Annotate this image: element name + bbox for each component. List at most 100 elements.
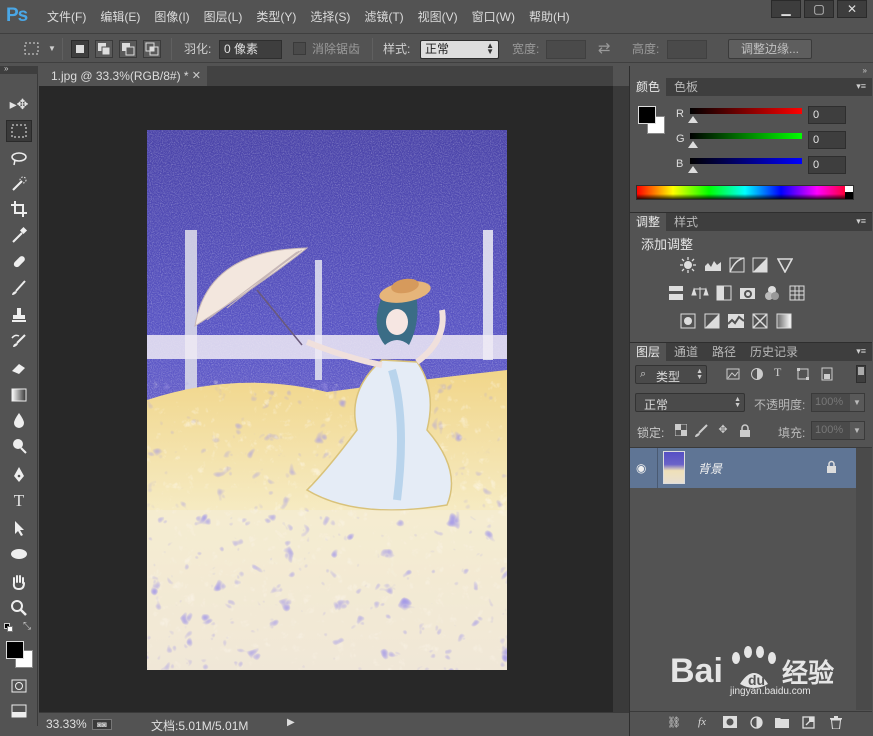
menu-select[interactable]: 选择(S) — [303, 8, 357, 26]
fill-input[interactable]: 100% ▼ — [811, 421, 865, 440]
eye-icon[interactable]: ◉ — [636, 461, 646, 475]
opacity-input[interactable]: 100% ▼ — [811, 393, 865, 412]
menu-view[interactable]: 视图(V) — [411, 8, 465, 26]
refine-edge-button[interactable]: 调整边缘... — [728, 39, 812, 59]
feather-input[interactable]: 0 像素 — [219, 40, 282, 59]
status-info-icon[interactable]: ◙◙ — [92, 719, 112, 730]
menu-file[interactable]: 文件(F) — [40, 8, 93, 26]
new-group-icon[interactable] — [774, 716, 790, 730]
add-to-selection-button[interactable] — [95, 40, 113, 58]
crop-tool[interactable] — [6, 198, 32, 220]
blend-mode-dropdown[interactable]: 正常 ▲ ▼ — [635, 393, 745, 412]
layer-row-background[interactable]: ◉ 背景 — [630, 448, 856, 488]
vibrance-icon[interactable] — [775, 257, 794, 273]
menu-window[interactable]: 窗口(W) — [465, 8, 522, 26]
document-tab[interactable]: 1.jpg @ 33.3%(RGB/8#) * ✕ — [39, 66, 207, 86]
preset-dropdown-arrow-icon[interactable]: ▼ — [48, 39, 56, 59]
tab-channels[interactable]: 通道 — [668, 343, 704, 361]
minimize-button[interactable]: ▁ — [771, 0, 801, 18]
restore-button[interactable]: ▢ — [804, 0, 834, 18]
tab-paths[interactable]: 路径 — [706, 343, 742, 361]
add-mask-icon[interactable] — [722, 716, 738, 730]
clone-stamp-tool[interactable] — [6, 304, 32, 326]
width-input[interactable] — [546, 40, 586, 59]
panel-menu-icon[interactable]: ▾≡ — [856, 345, 866, 357]
status-menu-arrow-icon[interactable]: ▶ — [287, 717, 295, 728]
posterize-icon[interactable] — [702, 313, 721, 329]
channel-mixer-icon[interactable] — [762, 285, 781, 301]
lock-transparent-icon[interactable] — [674, 423, 688, 438]
filter-pixel-icon[interactable] — [726, 367, 740, 387]
color-fg-swatch[interactable] — [638, 106, 656, 124]
marquee-preset-icon[interactable] — [22, 39, 42, 59]
healing-brush-tool[interactable] — [6, 251, 32, 273]
green-slider-thumb[interactable] — [688, 141, 698, 148]
new-selection-button[interactable] — [71, 40, 89, 58]
threshold-icon[interactable] — [726, 313, 745, 329]
layer-filter-dropdown[interactable]: ⌕ 类型 ▲ ▼ — [635, 365, 707, 384]
style-dropdown[interactable]: 正常 ▲ ▼ — [420, 40, 499, 59]
zoom-level[interactable]: 33.33% — [46, 717, 87, 731]
selective-color-icon[interactable] — [750, 313, 769, 329]
ellipse-tool[interactable] — [6, 543, 32, 565]
black-white-icon[interactable] — [714, 285, 733, 301]
filter-smart-object-icon[interactable] — [820, 367, 834, 387]
color-spectrum-ramp[interactable] — [636, 185, 854, 200]
tab-swatches[interactable]: 色板 — [668, 78, 704, 96]
collapse-panels-icon[interactable]: » — [863, 66, 867, 75]
move-tool[interactable]: ▸✥ — [6, 93, 32, 115]
filter-type-icon[interactable]: T — [774, 365, 781, 385]
menu-type[interactable]: 类型(Y) — [249, 8, 303, 26]
exposure-icon[interactable] — [750, 257, 769, 273]
layer-name[interactable]: 背景 — [698, 460, 722, 477]
document-canvas[interactable] — [147, 130, 507, 670]
screen-mode-button[interactable] — [6, 700, 32, 722]
menu-image[interactable]: 图像(I) — [147, 8, 196, 26]
new-adjustment-layer-icon[interactable] — [748, 716, 764, 730]
lock-position-icon[interactable]: ✥ — [716, 423, 730, 437]
tab-history[interactable]: 历史记录 — [744, 343, 804, 361]
pen-tool[interactable] — [6, 464, 32, 486]
tab-color[interactable]: 颜色 — [630, 78, 667, 96]
levels-icon[interactable] — [703, 257, 722, 273]
eyedropper-tool[interactable] — [6, 224, 32, 246]
color-lookup-icon[interactable] — [787, 285, 806, 301]
filter-toggle[interactable] — [856, 365, 866, 383]
lasso-tool[interactable] — [6, 147, 32, 169]
hue-saturation-icon[interactable] — [666, 285, 685, 301]
intersect-selection-button[interactable] — [143, 40, 161, 58]
brightness-icon[interactable] — [678, 257, 697, 273]
foreground-color-swatch[interactable] — [6, 641, 24, 659]
red-slider-thumb[interactable] — [688, 116, 698, 123]
panel-menu-icon[interactable]: ▾≡ — [856, 215, 866, 227]
curves-icon[interactable] — [727, 257, 746, 273]
antialias-checkbox[interactable] — [293, 42, 306, 55]
red-value-input[interactable]: 0 — [808, 106, 846, 124]
vertical-scrollbar[interactable] — [613, 86, 629, 712]
lock-all-icon[interactable] — [738, 424, 752, 438]
photo-filter-icon[interactable] — [738, 285, 757, 301]
rectangular-marquee-tool[interactable] — [6, 120, 32, 142]
tab-adjustments[interactable]: 调整 — [630, 213, 667, 231]
subtract-from-selection-button[interactable] — [119, 40, 137, 58]
color-balance-icon[interactable] — [690, 285, 709, 301]
height-input[interactable] — [667, 40, 707, 59]
panel-menu-icon[interactable]: ▾≡ — [856, 80, 866, 92]
quick-selection-tool[interactable] — [6, 173, 32, 195]
zoom-tool[interactable] — [6, 597, 32, 619]
link-layers-icon[interactable]: ⛓ — [666, 716, 682, 730]
tab-layers[interactable]: 图层 — [630, 343, 667, 361]
close-button[interactable]: ✕ — [837, 0, 867, 18]
hand-tool[interactable] — [6, 571, 32, 593]
filter-adjustment-icon[interactable] — [750, 367, 764, 387]
history-brush-tool[interactable] — [6, 330, 32, 352]
lock-image-icon[interactable] — [694, 424, 708, 438]
swap-colors-icon[interactable]: ⤡ — [23, 621, 31, 632]
delete-layer-icon[interactable] — [828, 716, 844, 730]
menu-edit[interactable]: 编辑(E) — [93, 8, 147, 26]
dodge-tool[interactable] — [6, 435, 32, 457]
blur-tool[interactable] — [6, 409, 32, 431]
eraser-tool[interactable] — [6, 357, 32, 379]
swap-dimensions-icon[interactable]: ⇄ — [598, 39, 611, 59]
default-colors-icon[interactable] — [4, 623, 14, 633]
